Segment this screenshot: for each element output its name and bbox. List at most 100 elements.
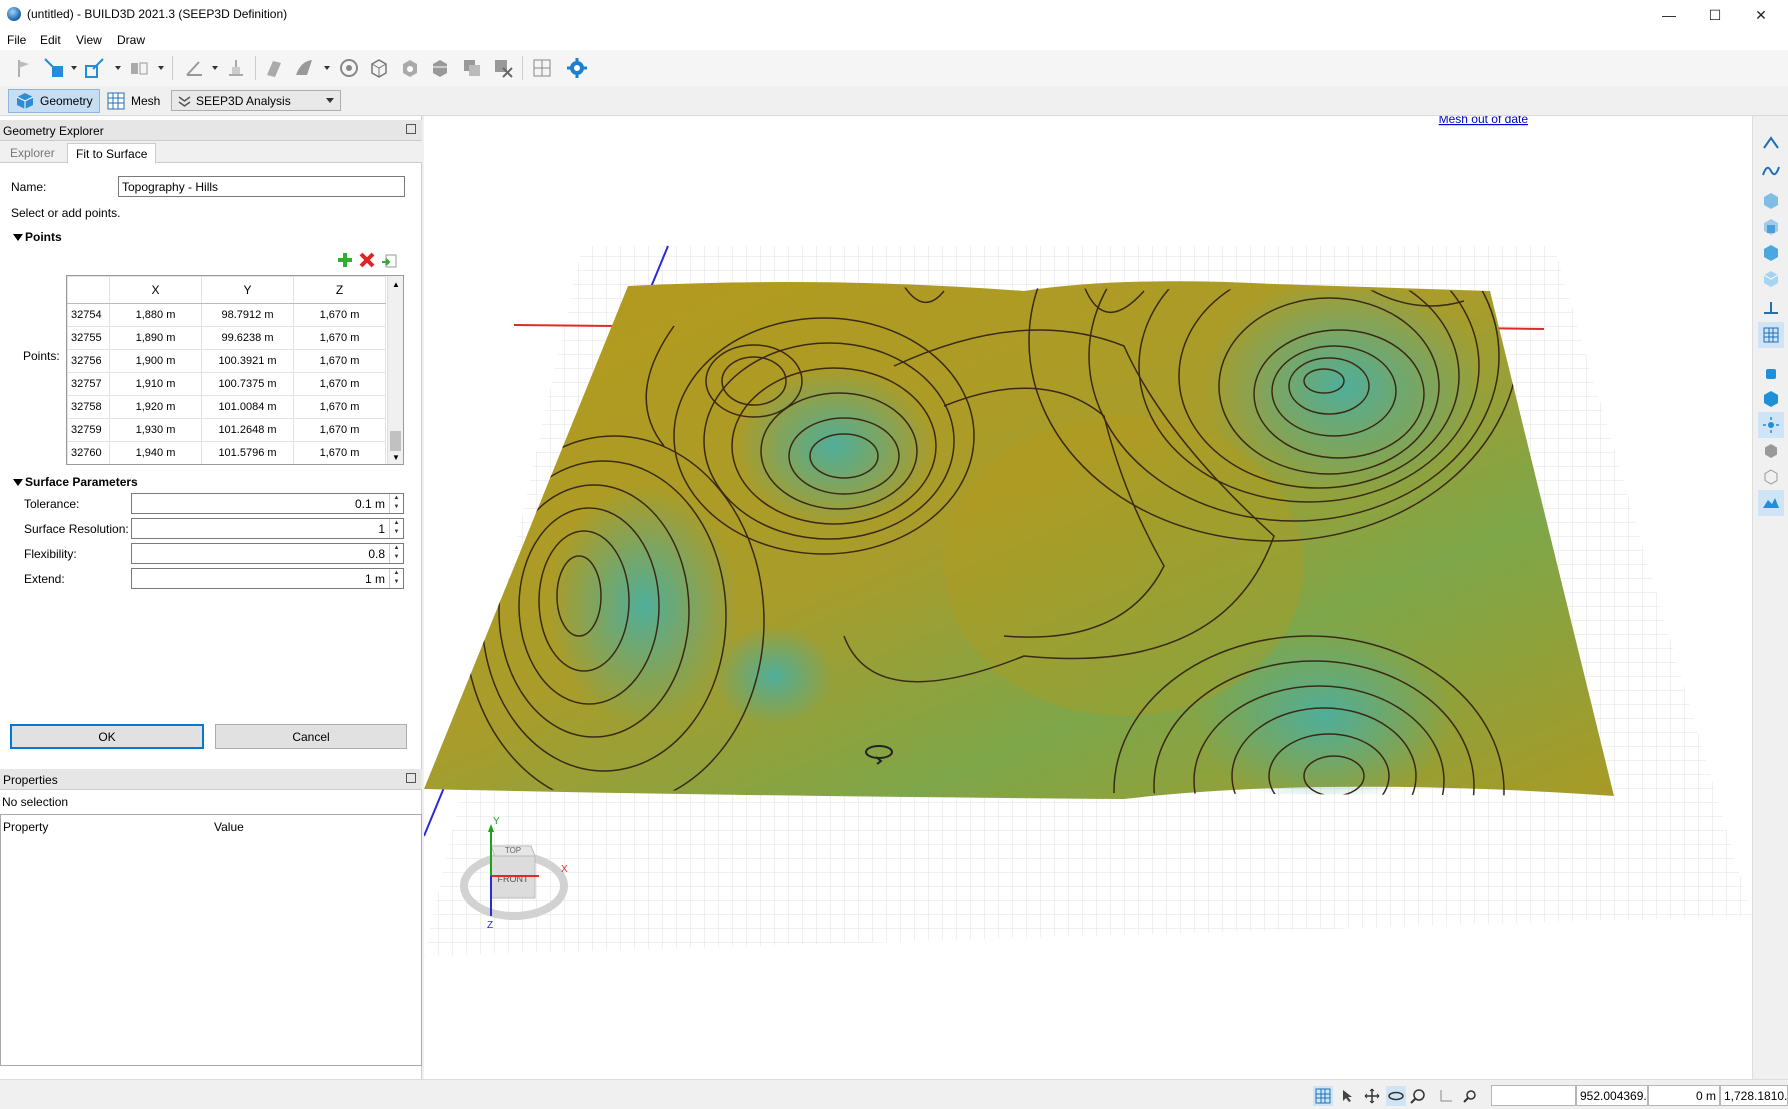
spin-arrows-icon[interactable]: ▲ ▼ xyxy=(389,494,403,513)
cell-y[interactable]: 99.6238 m xyxy=(201,326,294,350)
axes-icon[interactable] xyxy=(1436,1086,1456,1106)
surface-parameters-toggle[interactable]: Surface Parameters xyxy=(13,475,138,489)
cell-z[interactable]: 1,670 m xyxy=(293,326,386,350)
terrain-surface-icon[interactable] xyxy=(1758,490,1784,516)
cell-x[interactable]: 1,930 m xyxy=(109,418,202,442)
grid-toggle-icon[interactable] xyxy=(1758,322,1784,348)
spline-icon[interactable] xyxy=(1758,158,1784,184)
table-row[interactable]: 32759 1,930 m 101.2648 m 1,670 m xyxy=(67,418,386,442)
cell-x[interactable]: 1,890 m xyxy=(109,326,202,350)
table-row[interactable]: 32757 1,910 m 100.7375 m 1,670 m xyxy=(67,372,386,396)
select-cursor-icon[interactable] xyxy=(1338,1086,1358,1106)
points-section-toggle[interactable]: Points xyxy=(13,230,62,244)
add-mesh-icon[interactable] xyxy=(530,56,554,80)
draw-line-icon[interactable] xyxy=(82,56,106,80)
cell-x[interactable]: 1,900 m xyxy=(109,349,202,373)
cube-view-top-icon[interactable] xyxy=(1758,266,1784,292)
cell-z[interactable]: 1,670 m xyxy=(293,418,386,442)
cell-z[interactable]: 1,670 m xyxy=(293,441,386,464)
cube-view-side-icon[interactable] xyxy=(1758,240,1784,266)
cell-z[interactable]: 1,670 m xyxy=(293,395,386,419)
polyline-icon[interactable] xyxy=(1758,130,1784,156)
surface-resolution-spinner[interactable]: 1 ▲ ▼ xyxy=(131,518,404,539)
menu-draw[interactable]: Draw xyxy=(117,33,145,47)
select-flag-icon[interactable] xyxy=(12,56,36,80)
cube-view-iso-icon[interactable] xyxy=(1758,188,1784,214)
menu-file[interactable]: File xyxy=(7,33,26,47)
split-box-icon[interactable] xyxy=(428,56,452,80)
snap-icon[interactable] xyxy=(1758,296,1784,322)
menu-edit[interactable]: Edit xyxy=(40,33,61,47)
tab-fit-to-surface[interactable]: Fit to Surface xyxy=(67,143,157,164)
measure-height-icon[interactable] xyxy=(224,56,248,80)
cube-view-front-icon[interactable] xyxy=(1758,214,1784,240)
cell-z[interactable]: 1,670 m xyxy=(293,349,386,373)
pan-icon[interactable] xyxy=(1362,1086,1382,1106)
scroll-up-icon[interactable]: ▲ xyxy=(392,280,400,289)
cell-y[interactable]: 100.7375 m xyxy=(201,372,294,396)
import-points-icon[interactable] xyxy=(381,253,397,269)
terrain-scene[interactable]: Mesh out of date TOP FRONT Y X Z xyxy=(424,116,1752,1079)
cell-y[interactable]: 101.2648 m xyxy=(201,418,294,442)
table-scrollbar[interactable]: ▲ ▼ xyxy=(387,276,403,464)
add-point-icon[interactable] xyxy=(336,251,354,269)
measure-angle-icon[interactable] xyxy=(183,56,207,80)
orbit-icon[interactable] xyxy=(1386,1086,1406,1106)
ok-button[interactable]: OK xyxy=(10,724,204,749)
shaded-view-icon[interactable] xyxy=(1758,386,1784,412)
union-icon[interactable] xyxy=(460,56,484,80)
mirror-icon[interactable] xyxy=(127,56,151,80)
cell-z[interactable]: 1,670 m xyxy=(293,303,386,327)
cell-y[interactable]: 101.5796 m xyxy=(201,441,294,464)
table-row[interactable]: 32760 1,940 m 101.5796 m 1,670 m xyxy=(67,441,386,464)
maximize-button[interactable]: ☐ xyxy=(1692,0,1738,30)
table-row[interactable]: 32758 1,920 m 101.0084 m 1,670 m xyxy=(67,395,386,419)
extrude-icon[interactable] xyxy=(262,56,286,80)
scroll-down-icon[interactable]: ▼ xyxy=(392,453,400,462)
boolean-icon[interactable] xyxy=(337,56,361,80)
table-row[interactable]: 32754 1,880 m 98.7912 m 1,670 m xyxy=(67,303,386,327)
cell-x[interactable]: 1,920 m xyxy=(109,395,202,419)
cell-y[interactable]: 101.0084 m xyxy=(201,395,294,419)
cell-x[interactable]: 1,910 m xyxy=(109,372,202,396)
loft-icon[interactable] xyxy=(292,56,316,80)
settings-gear-icon[interactable] xyxy=(565,56,589,80)
tab-explorer[interactable]: Explorer xyxy=(2,143,63,164)
box-icon[interactable] xyxy=(367,56,391,80)
zoom-icon[interactable] xyxy=(1408,1086,1428,1106)
tolerance-spinner[interactable]: 0.1 m ▲ ▼ xyxy=(131,493,404,514)
3d-viewport[interactable]: Mesh out of date TOP FRONT Y X Z xyxy=(424,116,1752,1079)
cut-box-icon[interactable] xyxy=(398,56,422,80)
view-cube-top-label[interactable]: TOP xyxy=(505,846,521,855)
zoom-extents-icon[interactable] xyxy=(1460,1086,1480,1106)
hexagon-outline-icon[interactable] xyxy=(1758,464,1784,490)
lighting-icon[interactable] xyxy=(1758,412,1784,438)
close-button[interactable]: ✕ xyxy=(1738,0,1784,30)
grid-snap-icon[interactable] xyxy=(1313,1086,1333,1106)
spin-arrows-icon[interactable]: ▲ ▼ xyxy=(389,519,403,538)
analysis-dropdown[interactable]: SEEP3D Analysis xyxy=(171,90,341,111)
extend-spinner[interactable]: 1 m ▲ ▼ xyxy=(131,568,404,589)
geometry-mode-button[interactable]: Geometry xyxy=(8,89,100,113)
cell-x[interactable]: 1,880 m xyxy=(109,303,202,327)
flexibility-spinner[interactable]: 0.8 ▲ ▼ xyxy=(131,543,404,564)
cell-z[interactable]: 1,670 m xyxy=(293,372,386,396)
float-panel-icon[interactable] xyxy=(406,124,416,134)
minimize-button[interactable]: — xyxy=(1646,0,1692,30)
table-row[interactable]: 32755 1,890 m 99.6238 m 1,670 m xyxy=(67,326,386,350)
mesh-status-link[interactable]: Mesh out of date xyxy=(1439,116,1529,126)
float-panel-icon[interactable] xyxy=(406,773,416,783)
cell-x[interactable]: 1,940 m xyxy=(109,441,202,464)
delete-point-icon[interactable] xyxy=(358,251,376,269)
draw-point-icon[interactable] xyxy=(42,56,66,80)
mesh-mode-button[interactable]: Mesh xyxy=(100,89,166,113)
solid-view-icon[interactable] xyxy=(1758,360,1784,386)
delete-body-icon[interactable] xyxy=(491,56,515,80)
cancel-button[interactable]: Cancel xyxy=(215,724,407,749)
spin-arrows-icon[interactable]: ▲ ▼ xyxy=(389,544,403,563)
name-field[interactable]: Topography - Hills xyxy=(118,176,405,197)
hexagon-filled-icon[interactable] xyxy=(1758,438,1784,464)
menu-view[interactable]: View xyxy=(76,33,102,47)
scroll-thumb[interactable] xyxy=(390,431,401,451)
cell-y[interactable]: 98.7912 m xyxy=(201,303,294,327)
